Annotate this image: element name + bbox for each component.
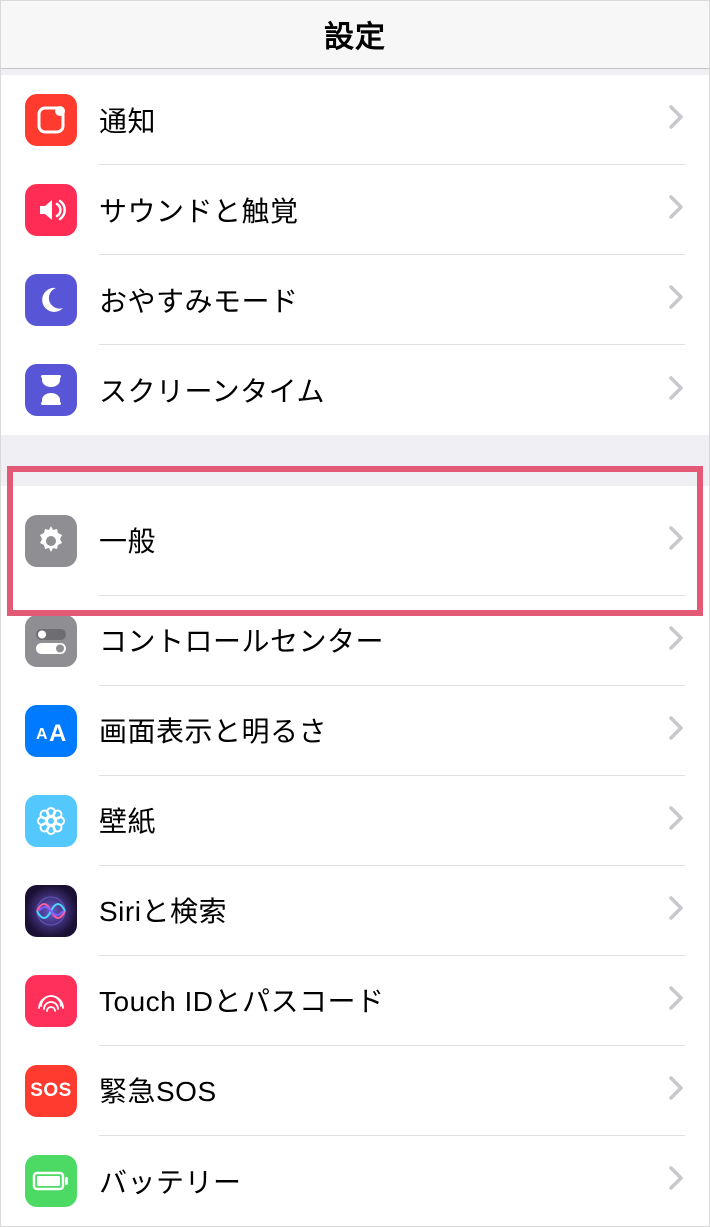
row-display[interactable]: A A 画面表示と明るさ <box>1 686 709 776</box>
hourglass-icon <box>25 364 77 416</box>
row-label: 一般 <box>99 520 669 560</box>
settings-screen: 設定 通知 <box>1 1 709 1226</box>
page-title: 設定 <box>324 12 386 56</box>
text-size-icon: A A <box>25 705 77 757</box>
gear-icon <box>25 515 77 567</box>
section-gap <box>1 435 709 486</box>
row-label: Touch IDとパスコード <box>99 980 669 1020</box>
row-label: 壁紙 <box>99 800 669 840</box>
flower-icon <box>25 795 77 847</box>
chevron-right-icon <box>669 526 683 555</box>
battery-icon <box>25 1155 77 1207</box>
chevron-right-icon <box>669 1166 683 1195</box>
row-general[interactable]: 一般 <box>1 486 709 596</box>
row-control-center[interactable]: コントロールセンター <box>1 596 709 686</box>
settings-group-1: 通知 サウンドと触覚 <box>1 75 709 435</box>
row-siri[interactable]: Siriと検索 <box>1 866 709 956</box>
chevron-right-icon <box>669 105 683 134</box>
chevron-right-icon <box>669 1076 683 1105</box>
row-label: コントロールセンター <box>99 620 669 660</box>
row-label: 通知 <box>99 100 669 140</box>
row-label: サウンドと触覚 <box>99 190 669 230</box>
row-screentime[interactable]: スクリーンタイム <box>1 345 709 435</box>
sos-text: SOS <box>30 1080 72 1102</box>
sound-icon <box>25 184 77 236</box>
navbar: 設定 <box>1 1 709 69</box>
chevron-right-icon <box>669 986 683 1015</box>
row-sounds[interactable]: サウンドと触覚 <box>1 165 709 255</box>
chevron-right-icon <box>669 626 683 655</box>
chevron-right-icon <box>669 806 683 835</box>
chevron-right-icon <box>669 376 683 405</box>
row-wallpaper[interactable]: 壁紙 <box>1 776 709 866</box>
row-label: スクリーンタイム <box>99 370 669 410</box>
fingerprint-icon <box>25 975 77 1027</box>
row-battery[interactable]: バッテリー <box>1 1136 709 1226</box>
row-label: Siriと検索 <box>99 890 669 930</box>
settings-group-2: 一般 コントロールセンター <box>1 486 709 1226</box>
row-label: 画面表示と明るさ <box>99 710 669 750</box>
chevron-right-icon <box>669 716 683 745</box>
row-sos[interactable]: SOS 緊急SOS <box>1 1046 709 1136</box>
row-notifications[interactable]: 通知 <box>1 75 709 165</box>
siri-icon <box>25 885 77 937</box>
chevron-right-icon <box>669 195 683 224</box>
chevron-right-icon <box>669 896 683 925</box>
chevron-right-icon <box>669 285 683 314</box>
row-label: 緊急SOS <box>99 1070 669 1110</box>
sos-icon: SOS <box>25 1065 77 1117</box>
notification-icon <box>25 94 77 146</box>
toggle-icon <box>25 615 77 667</box>
row-touchid[interactable]: Touch IDとパスコード <box>1 956 709 1046</box>
svg-text:A: A <box>49 720 66 746</box>
svg-text:A: A <box>36 726 48 743</box>
moon-icon <box>25 274 77 326</box>
row-label: バッテリー <box>99 1161 669 1201</box>
row-dnd[interactable]: おやすみモード <box>1 255 709 345</box>
row-label: おやすみモード <box>99 280 669 320</box>
